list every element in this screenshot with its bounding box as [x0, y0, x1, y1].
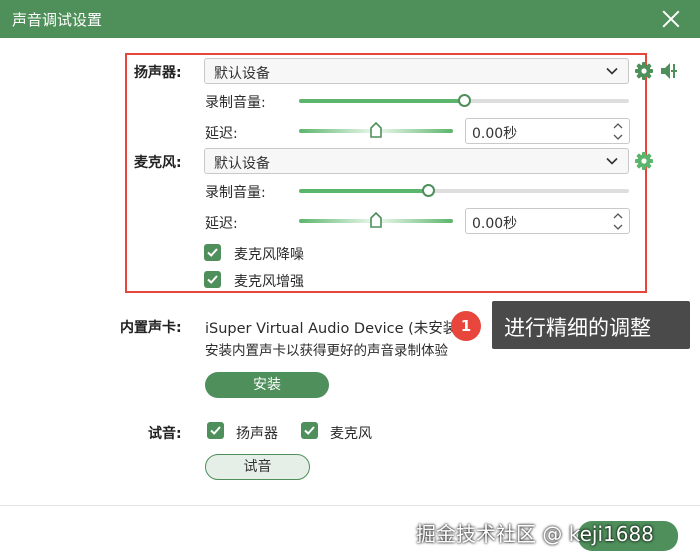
- mic-enhance-checkbox[interactable]: [204, 271, 221, 288]
- test-mic-label: 麦克风: [330, 426, 372, 442]
- builtin-description: 安装内置声卡以获得更好的声音录制体验: [205, 343, 448, 359]
- chevron-down-icon: [606, 67, 618, 75]
- check-icon: [207, 275, 218, 284]
- check-icon: [207, 248, 218, 257]
- microphone-delay-value: 0.00秒: [472, 216, 518, 232]
- chevron-down-icon[interactable]: [613, 223, 623, 231]
- chevron-up-icon[interactable]: [613, 122, 623, 130]
- speaker-delay-label: 延迟:: [205, 126, 238, 142]
- slider-knob[interactable]: [458, 94, 471, 107]
- microphone-delay-slider[interactable]: [299, 212, 453, 230]
- chevron-down-icon[interactable]: [613, 133, 623, 141]
- speaker-device-value: 默认设备: [214, 66, 270, 82]
- test-sound-label: 试音:: [148, 426, 182, 442]
- annotation-tooltip: 进行精细的调整: [492, 301, 690, 349]
- test-sound-button[interactable]: 试音: [205, 454, 310, 480]
- builtin-device-name: iSuper Virtual Audio Device (未安装): [205, 321, 463, 337]
- speaker-volume-slider[interactable]: [299, 94, 629, 108]
- slider-knob[interactable]: [421, 184, 435, 197]
- annotation-badge: 1: [451, 311, 481, 341]
- check-icon: [304, 426, 315, 435]
- microphone-volume-label: 录制音量:: [205, 185, 266, 201]
- watermark: 掘金技术社区 @ keji1688: [416, 522, 654, 546]
- title-bar: 声音调试设置: [0, 0, 700, 38]
- delay-handle-icon[interactable]: [370, 122, 382, 138]
- speaker-delay-slider[interactable]: [299, 122, 453, 140]
- microphone-volume-slider[interactable]: [299, 184, 629, 198]
- slider-fill: [299, 99, 464, 103]
- test-speaker-checkbox[interactable]: [207, 422, 224, 439]
- chevron-down-icon: [606, 157, 618, 165]
- delay-handle-icon[interactable]: [370, 212, 382, 228]
- speaker-delay-value: 0.00秒: [472, 126, 518, 142]
- window-title: 声音调试设置: [12, 11, 103, 29]
- test-speaker-label: 扬声器: [236, 426, 278, 442]
- speaker-device-select[interactable]: 默认设备: [204, 58, 629, 84]
- microphone-label: 麦克风:: [134, 155, 182, 171]
- noise-reduction-label: 麦克风降噪: [234, 247, 304, 263]
- microphone-delay-input[interactable]: 0.00秒: [465, 208, 630, 234]
- gear-icon[interactable]: [634, 61, 654, 81]
- builtin-soundcard-label: 内置声卡:: [120, 320, 182, 336]
- mic-enhance-label: 麦克风增强: [234, 274, 304, 290]
- footer-divider: [0, 505, 700, 506]
- close-icon[interactable]: [658, 6, 684, 32]
- gear-icon[interactable]: [634, 151, 654, 171]
- install-button[interactable]: 安装: [205, 372, 329, 398]
- microphone-device-value: 默认设备: [214, 156, 270, 172]
- chevron-up-icon[interactable]: [613, 212, 623, 220]
- speaker-icon[interactable]: [659, 61, 679, 81]
- check-icon: [210, 426, 221, 435]
- microphone-device-select[interactable]: 默认设备: [204, 148, 629, 174]
- slider-fill: [299, 189, 428, 193]
- noise-reduction-checkbox[interactable]: [204, 244, 221, 261]
- speaker-label: 扬声器:: [134, 65, 182, 81]
- test-mic-checkbox[interactable]: [301, 422, 318, 439]
- speaker-delay-input[interactable]: 0.00秒: [465, 118, 630, 144]
- speaker-volume-label: 录制音量:: [205, 95, 266, 111]
- microphone-delay-label: 延迟:: [205, 216, 238, 232]
